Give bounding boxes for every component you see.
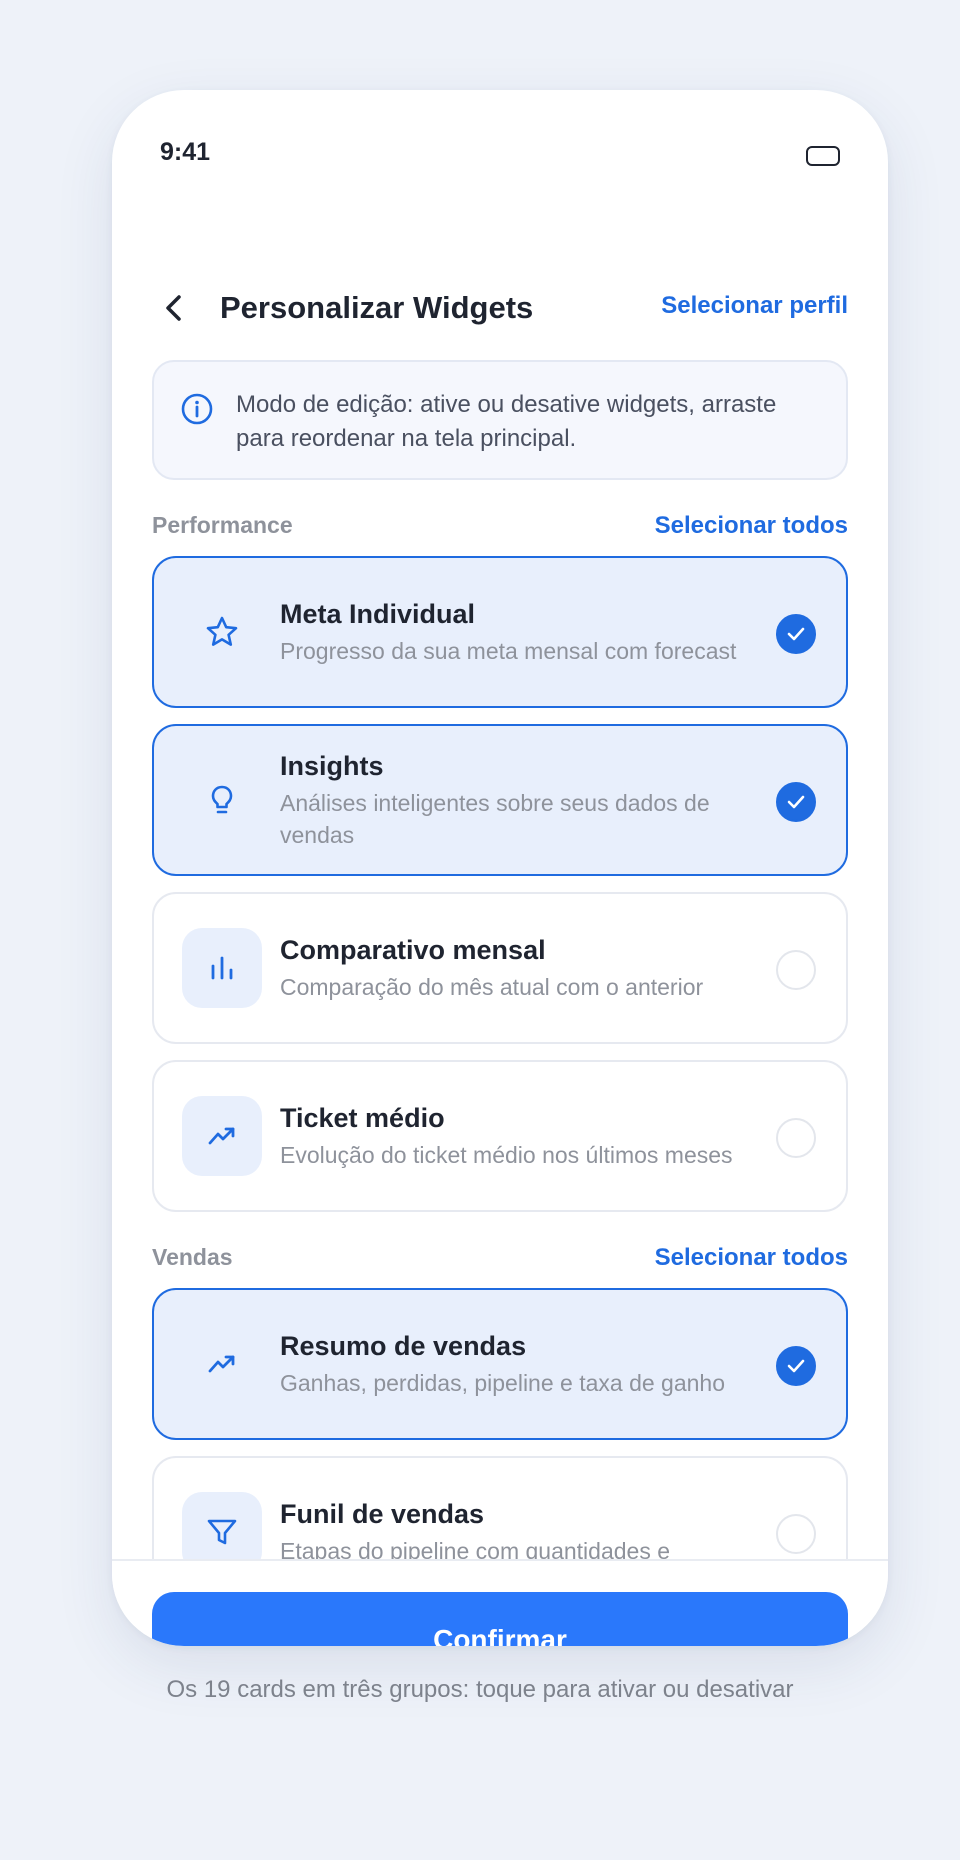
- chevron-left-icon: [166, 295, 181, 321]
- back-button[interactable]: [156, 290, 192, 326]
- card-title: Funil de vendas: [280, 1499, 485, 1529]
- section-title: Performance: [152, 512, 293, 538]
- checkbox-unchecked[interactable]: [776, 1118, 816, 1158]
- trending-up-icon: [182, 1324, 262, 1404]
- funnel-icon: [182, 1492, 262, 1559]
- card-description: Progresso da sua meta mensal com forecas…: [280, 638, 737, 664]
- select-profile-link[interactable]: Selecionar perfil: [661, 292, 848, 320]
- check-icon: [787, 627, 805, 641]
- card-description: Ganhas, perdidas, pipeline e taxa de gan…: [280, 1370, 725, 1396]
- bar-chart-icon: [182, 928, 262, 1008]
- status-time: 9:41: [160, 138, 211, 166]
- section-title: Vendas: [152, 1244, 233, 1270]
- section-header-vendas: Vendas Selecionar todos: [152, 1244, 848, 1280]
- select-all-button[interactable]: Selecionar todos: [655, 512, 848, 540]
- info-banner: Modo de edição: ative ou desative widget…: [152, 360, 848, 480]
- card-description: Análises inteligentes sobre seus dados d…: [280, 790, 710, 848]
- phone-frame: 9:41 Personalizar Widgets Selecionar per…: [112, 90, 888, 1646]
- caption: Os 19 cards em três grupos: toque para a…: [166, 1676, 794, 1703]
- battery-icon: [806, 146, 840, 166]
- card-title: Comparativo mensal: [280, 935, 546, 965]
- widget-card-resumo-de-vendas[interactable]: Resumo de vendas Ganhas, perdidas, pipel…: [152, 1288, 848, 1440]
- confirm-button[interactable]: Confirmar: [152, 1592, 848, 1646]
- card-title: Insights: [280, 751, 384, 781]
- widget-card-comparativo-mensal[interactable]: Comparativo mensal Comparação do mês atu…: [152, 892, 848, 1044]
- card-description: Evolução do ticket médio nos últimos mes…: [280, 1142, 733, 1168]
- status-bar: 9:41: [112, 90, 888, 190]
- widget-list[interactable]: Modo de edição: ative ou desative widget…: [112, 360, 888, 1559]
- checkbox-unchecked[interactable]: [776, 1514, 816, 1554]
- star-icon: [182, 592, 262, 672]
- info-text: Modo de edição: ative ou desative widget…: [236, 391, 777, 452]
- widget-card-funil-de-vendas[interactable]: Funil de vendas Etapas do pipeline com q…: [152, 1456, 848, 1559]
- card-title: Ticket médio: [280, 1103, 445, 1133]
- check-icon: [787, 1359, 805, 1373]
- checkbox-checked[interactable]: [776, 1346, 816, 1386]
- check-icon: [787, 795, 805, 809]
- nav-header: Personalizar Widgets Selecionar perfil: [112, 270, 888, 342]
- card-title: Meta Individual: [280, 599, 476, 629]
- lightbulb-icon: [182, 760, 262, 840]
- checkbox-checked[interactable]: [776, 614, 816, 654]
- trending-up-icon: [182, 1096, 262, 1176]
- select-all-button[interactable]: Selecionar todos: [655, 1244, 848, 1272]
- widget-card-ticket-medio[interactable]: Ticket médio Evolução do ticket médio no…: [152, 1060, 848, 1212]
- widget-card-insights[interactable]: Insights Análises inteligentes sobre seu…: [152, 724, 848, 876]
- section-header-performance: Performance Selecionar todos: [152, 512, 848, 548]
- info-icon: [181, 393, 213, 425]
- card-description: Etapas do pipeline com quantidades e: [280, 1538, 671, 1559]
- widget-card-meta-individual[interactable]: Meta Individual Progresso da sua meta me…: [152, 556, 848, 708]
- card-title: Resumo de vendas: [280, 1331, 527, 1361]
- checkbox-checked[interactable]: [776, 782, 816, 822]
- page-title: Personalizar Widgets: [220, 290, 534, 325]
- card-description: Comparação do mês atual com o anterior: [280, 974, 704, 1000]
- checkbox-unchecked[interactable]: [776, 950, 816, 990]
